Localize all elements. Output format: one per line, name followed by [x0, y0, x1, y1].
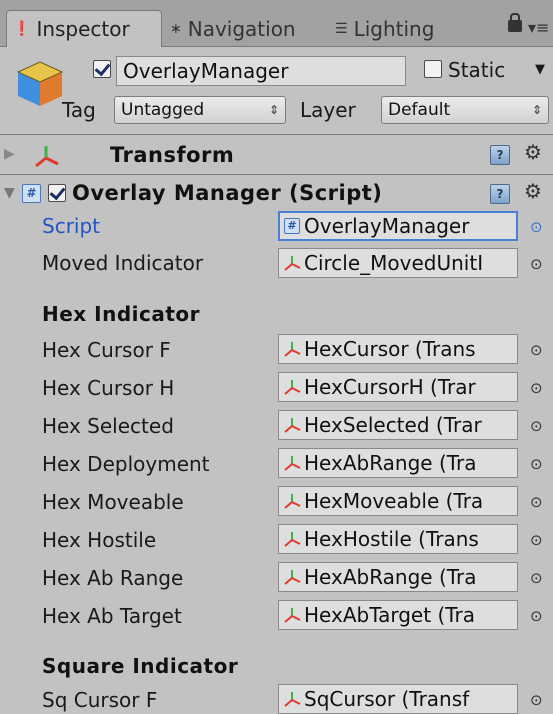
object-picker-icon[interactable]: ⊙	[530, 417, 543, 435]
hex-ab-range-value: HexAbRange (Tra	[304, 565, 477, 589]
moved-indicator-value: Circle_MovedUnitI	[304, 251, 484, 275]
asterisk-icon: ∗	[170, 21, 182, 37]
hex-deployment-field[interactable]: HexAbRange (Tra	[278, 448, 518, 478]
transform-icon	[284, 608, 301, 623]
layer-label: Layer	[300, 98, 356, 122]
active-checkbox[interactable]	[93, 60, 111, 78]
tag-value: Untagged	[121, 100, 205, 120]
gear-icon[interactable]: ⚙	[524, 140, 542, 164]
object-picker-icon[interactable]: ⊙	[530, 455, 543, 473]
hex-ab-target-field[interactable]: HexAbTarget (Tra	[278, 600, 518, 630]
hex-ab-range-label: Hex Ab Range	[42, 566, 184, 590]
object-picker-icon[interactable]: ⊙	[530, 255, 543, 273]
lighting-icon: ☰	[335, 21, 348, 37]
hex-selected-field[interactable]: HexSelected (Trar	[278, 410, 518, 440]
object-name-text: OverlayManager	[123, 59, 289, 83]
object-picker-icon[interactable]: ⊙	[530, 218, 543, 236]
hex-ab-target-value: HexAbTarget (Tra	[304, 603, 475, 627]
hex-moveable-field[interactable]: HexMoveable (Tra	[278, 486, 518, 516]
hex-ab-target-label: Hex Ab Target	[42, 604, 182, 628]
hex-cursor-f-label: Hex Cursor F	[42, 338, 171, 362]
info-icon: ❗	[13, 21, 31, 37]
hex-hostile-field[interactable]: HexHostile (Trans	[278, 524, 518, 554]
hex-cursor-f-field[interactable]: HexCursor (Trans	[278, 334, 518, 364]
static-checkbox[interactable]	[424, 60, 442, 78]
transform-icon	[284, 418, 301, 433]
object-picker-icon[interactable]: ⊙	[530, 341, 543, 359]
transform-icon	[284, 570, 301, 585]
object-picker-icon[interactable]: ⊙	[530, 531, 543, 549]
hex-moveable-label: Hex Moveable	[42, 490, 184, 514]
tag-dropdown[interactable]: Untagged ⇕	[114, 96, 286, 124]
object-picker-icon[interactable]: ⊙	[530, 493, 543, 511]
object-name-field[interactable]: OverlayManager	[116, 56, 406, 86]
script-enabled-checkbox[interactable]	[48, 184, 66, 202]
hex-deployment-value: HexAbRange (Tra	[304, 451, 477, 475]
divider	[0, 134, 553, 135]
hex-cursor-f-value: HexCursor (Trans	[304, 337, 476, 361]
hex-selected-value: HexSelected (Trar	[304, 413, 482, 437]
layer-dropdown-arrow-icon: ⇕	[531, 103, 542, 117]
tab-lighting-label: Lighting	[353, 17, 435, 41]
hex-hostile-value: HexHostile (Trans	[304, 527, 479, 551]
transform-icon	[284, 256, 301, 271]
hex-deployment-label: Hex Deployment	[42, 452, 210, 476]
hex-moveable-value: HexMoveable (Tra	[304, 489, 484, 513]
script-icon: #	[22, 184, 41, 203]
help-book-icon[interactable]: ?	[490, 145, 510, 165]
collapsed-arrow-icon[interactable]: ▶	[4, 146, 15, 162]
help-book-icon[interactable]: ?	[490, 184, 510, 204]
gear-icon[interactable]: ⚙	[524, 179, 542, 203]
object-picker-icon[interactable]: ⊙	[530, 379, 543, 397]
script-value: OverlayManager	[304, 214, 470, 238]
transform-icon	[284, 692, 301, 707]
tab-lighting[interactable]: ☰ Lighting	[335, 12, 434, 46]
tab-bar: ❗ Inspector ∗ Navigation ☰ Lighting ▾≡	[0, 0, 553, 47]
transform-component-header[interactable]: ▶ Transform ? ⚙	[0, 136, 553, 176]
moved-indicator-field[interactable]: Circle_MovedUnitI	[278, 248, 518, 278]
layer-value: Default	[388, 100, 451, 120]
transform-icon	[284, 342, 301, 357]
transform-icon	[284, 456, 301, 471]
square-indicator-header: Square Indicator	[42, 654, 239, 678]
moved-indicator-label: Moved Indicator	[42, 251, 204, 275]
transform-icon	[284, 532, 301, 547]
static-label: Static	[448, 58, 506, 82]
tab-inspector-label: Inspector	[36, 17, 130, 41]
transform-icon	[35, 146, 59, 168]
sq-cursor-f-label: Sq Cursor F	[42, 688, 158, 712]
script-file-icon: #	[284, 218, 300, 234]
hex-indicator-header: Hex Indicator	[42, 302, 201, 326]
transform-icon	[284, 494, 301, 509]
hex-ab-range-field[interactable]: HexAbRange (Tra	[278, 562, 518, 592]
static-dropdown-arrow-icon[interactable]: ▼	[535, 62, 545, 77]
script-component-header[interactable]: ▼ # Overlay Manager (Script) ? ⚙	[0, 174, 553, 214]
layer-dropdown[interactable]: Default ⇕	[381, 96, 549, 124]
object-picker-icon[interactable]: ⊙	[530, 691, 543, 709]
lock-icon[interactable]	[508, 13, 522, 32]
hex-cursor-h-field[interactable]: HexCursorH (Trar	[278, 372, 518, 402]
expanded-arrow-icon[interactable]: ▼	[4, 185, 15, 201]
object-picker-icon[interactable]: ⊙	[530, 607, 543, 625]
hex-selected-label: Hex Selected	[42, 414, 174, 438]
object-picker-icon[interactable]: ⊙	[530, 569, 543, 587]
transform-title: Transform	[110, 143, 235, 167]
tab-inspector[interactable]: ❗ Inspector	[6, 10, 162, 47]
script-object-field[interactable]: # OverlayManager	[278, 211, 518, 241]
hex-cursor-h-value: HexCursorH (Trar	[304, 375, 476, 399]
script-label: Script	[42, 214, 101, 238]
tab-navigation-label: Navigation	[187, 17, 296, 41]
hex-cursor-h-label: Hex Cursor H	[42, 376, 175, 400]
tab-menu-icon[interactable]: ▾≡	[528, 18, 549, 37]
sq-cursor-f-field[interactable]: SqCursor (Transf	[278, 684, 518, 714]
gameobject-cube-icon	[16, 61, 64, 106]
tag-label: Tag	[62, 98, 96, 122]
hex-hostile-label: Hex Hostile	[42, 528, 157, 552]
sq-cursor-f-value: SqCursor (Transf	[304, 687, 470, 711]
transform-icon	[284, 380, 301, 395]
tab-navigation[interactable]: ∗ Navigation	[170, 12, 296, 46]
script-component-title: Overlay Manager (Script)	[72, 181, 383, 205]
tag-dropdown-arrow-icon: ⇕	[268, 103, 279, 117]
